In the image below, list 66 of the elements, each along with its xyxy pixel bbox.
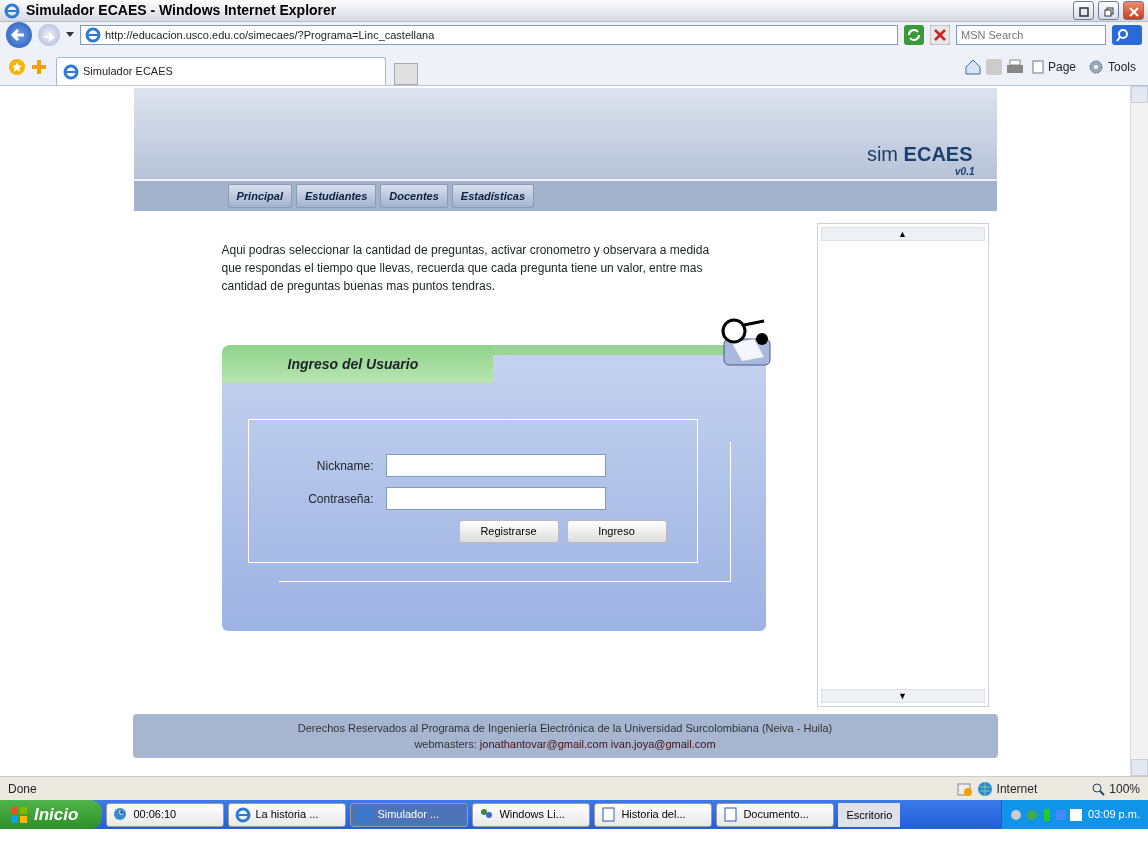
field-label: Nickname: (315, 457, 374, 475)
text-field[interactable] (385, 487, 606, 510)
status-text: Done (8, 780, 37, 798)
document-icon (601, 806, 618, 823)
browser-tab[interactable]: Simulador ECAES (56, 57, 386, 85)
desktop-toolbar-button[interactable]: Escritorio (838, 802, 901, 827)
stop-icon[interactable] (930, 25, 950, 45)
intro-text: Aqui podras seleccionar la cantidad de preguntas, activar cronometro y observara a medida que respondas el tiempo que llevas, recuerda que cada pregunta tiene un valor, entre mas cantidad de preguntas buenas mas puntos tendras. (221, 242, 711, 295)
printer-icon[interactable] (1005, 58, 1024, 75)
document-icon (723, 806, 740, 823)
scroll-down-button[interactable]: ▼ (820, 689, 985, 703)
taskbar-button[interactable]: 00:06:10 (106, 802, 225, 827)
text-field[interactable] (385, 454, 606, 477)
nav-link[interactable]: Estudiantes (295, 184, 377, 208)
dropdown-caret-icon[interactable] (66, 32, 74, 38)
ie-page-icon (63, 63, 79, 80)
minimize-button[interactable] (1073, 1, 1094, 20)
command-button[interactable]: Tools (1084, 57, 1140, 76)
globe-icon (976, 780, 993, 797)
page-icon (1031, 59, 1044, 74)
taskbar-button[interactable]: La historia ... (228, 802, 347, 827)
scroll-up-button[interactable]: ▲ (820, 227, 985, 241)
field-label: Contraseña: (307, 490, 374, 508)
site-logo: sim ECAES (866, 144, 974, 164)
plus-icon[interactable] (30, 57, 48, 76)
nav-link[interactable]: Docentes (380, 184, 448, 208)
nav-link[interactable]: Estadísticas (451, 184, 535, 208)
ie-logo-icon (4, 2, 20, 19)
url-text: http://educacion.usco.edu.co/simecaes/?Programa=Linc_castellana (105, 27, 435, 43)
address-field[interactable]: http://educacion.usco.edu.co/simecaes/?Programa=Linc_castellana (80, 25, 898, 45)
email-link[interactable]: ivan.joya@gmail.com (610, 738, 716, 750)
taskbar-button[interactable]: Simulador ... (350, 802, 469, 827)
ie-logo-icon (357, 806, 374, 823)
command-button[interactable]: Page (1027, 57, 1080, 76)
zoom-icon (1091, 781, 1106, 796)
nav-link[interactable]: Principal (227, 184, 292, 208)
taskbar-button[interactable]: Windows Li... (472, 802, 591, 827)
ie-page-icon (85, 27, 101, 43)
refresh-icon[interactable] (904, 25, 924, 45)
version-label: v0.1 (955, 165, 976, 179)
restore-icon (1103, 6, 1114, 17)
vertical-scrollbar[interactable] (1130, 86, 1148, 776)
copyright-text: Derechos Reservados al Programa de Ingeniería Electrónica de la Universidad Surcolombiana (Neiva - Huila) (296, 720, 834, 736)
restore-button[interactable] (1098, 1, 1119, 20)
search-icon[interactable] (1112, 25, 1142, 45)
taskbar-button[interactable]: Documento... (716, 802, 835, 827)
gear-icon (1088, 58, 1104, 75)
email-link[interactable]: jonathantovar@gmail.com (479, 738, 608, 750)
form-button[interactable]: Registrarse (458, 520, 559, 543)
ie-logo-icon (235, 806, 252, 823)
close-button[interactable] (1123, 1, 1144, 20)
windows-logo-icon (10, 805, 28, 824)
clock-text: 03:09 p.m. (1088, 807, 1140, 823)
home-icon[interactable] (963, 57, 982, 76)
form-button[interactable]: Ingreso (566, 520, 667, 543)
zone-text: Internet (996, 780, 1038, 798)
maximize-icon (1078, 6, 1089, 17)
lock-warning-icon (956, 780, 973, 797)
close-icon (1128, 6, 1139, 17)
webmasters-label: webmasters: (414, 738, 477, 750)
back-button[interactable] (6, 22, 32, 48)
taskbar-button[interactable]: Historia del... (594, 802, 713, 827)
window-title: Simulador ECAES - Windows Internet Explorer (26, 1, 337, 20)
zoom-button[interactable]: 100% (1091, 779, 1140, 798)
login-title: Ingreso del Usuario (221, 345, 493, 383)
search-field[interactable]: MSN Search (956, 25, 1106, 45)
